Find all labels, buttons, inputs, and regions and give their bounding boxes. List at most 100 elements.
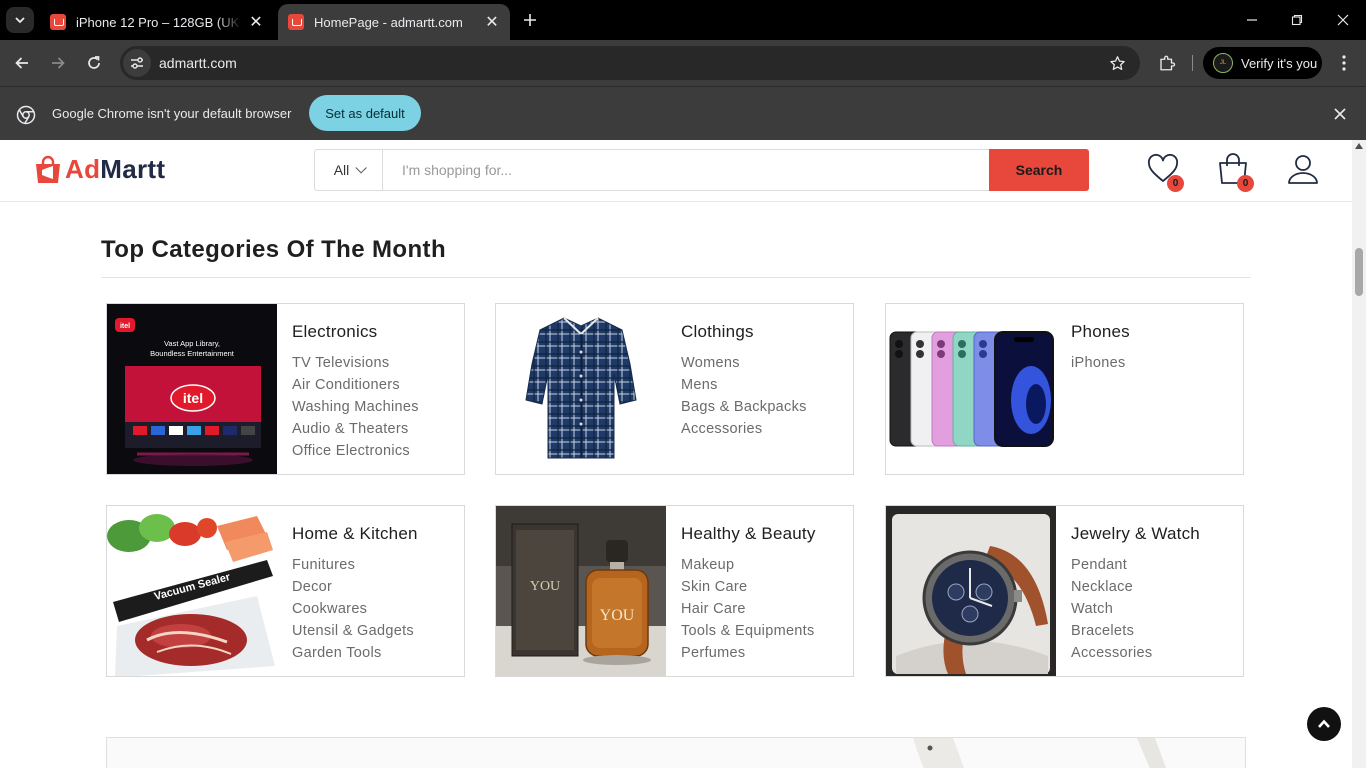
home-kitchen-image[interactable]: Vacuum Sealer [107, 506, 277, 676]
admartt-favicon-icon [288, 14, 304, 30]
site-header: AdMartt All Search 0 0 [0, 140, 1352, 202]
search-input[interactable] [383, 150, 989, 190]
category-link[interactable]: Watch [1071, 598, 1200, 620]
category-card-clothings: Clothings Womens Mens Bags & Backpacks A… [495, 303, 854, 475]
category-card-jewelry-watch: Jewelry & Watch Pendant Necklace Watch B… [885, 505, 1244, 677]
electronics-body: Electronics TV Televisions Air Condition… [292, 322, 419, 462]
category-link[interactable]: Decor [292, 576, 418, 598]
toolbar-divider [1192, 55, 1193, 71]
tv-caption-line-1: Vast App Library, [164, 339, 220, 348]
chrome-menu-button[interactable] [1330, 49, 1358, 77]
profile-button[interactable]: JL Verify it's you [1203, 47, 1322, 79]
back-to-top-button[interactable] [1307, 707, 1341, 741]
jewelry-watch-image[interactable] [886, 506, 1056, 676]
site-info-button[interactable] [123, 49, 151, 77]
category-card-electronics: itel Vast App Library, Boundless Enterta… [106, 303, 465, 475]
category-link[interactable]: Accessories [1071, 642, 1200, 664]
category-link[interactable]: Accessories [681, 418, 807, 440]
category-link[interactable]: TV Televisions [292, 352, 419, 374]
account-button[interactable] [1286, 152, 1320, 186]
close-icon [1334, 108, 1346, 120]
category-select[interactable]: All [315, 150, 383, 190]
category-link[interactable]: Audio & Theaters [292, 418, 419, 440]
chevron-up-icon [1318, 719, 1330, 728]
promo-banner[interactable] [106, 737, 1246, 768]
window-close-button[interactable] [1329, 6, 1357, 34]
tab-search-button[interactable] [6, 7, 34, 33]
back-button[interactable] [8, 49, 36, 77]
extensions-button[interactable] [1153, 49, 1181, 77]
cart-button[interactable]: 0 [1216, 152, 1254, 192]
new-tab-button[interactable] [518, 8, 542, 32]
wishlist-button[interactable]: 0 [1146, 152, 1184, 192]
address-bar[interactable]: admartt.com [120, 46, 1140, 80]
tab-iphone[interactable]: iPhone 12 Pro – 128GB (UK Used ✕ [40, 4, 274, 40]
category-title[interactable]: Clothings [681, 322, 807, 342]
chevron-down-icon [15, 17, 25, 24]
category-link[interactable]: Bags & Backpacks [681, 396, 807, 418]
category-link[interactable]: Washing Machines [292, 396, 419, 418]
section-divider [101, 277, 1251, 278]
logo-text-ad: Ad [65, 154, 101, 184]
category-link[interactable]: Bracelets [1071, 620, 1200, 642]
healthy-beauty-image[interactable]: YOU YOU [496, 506, 666, 676]
category-link[interactable]: Office Electronics [292, 440, 419, 462]
close-icon[interactable]: ✕ [248, 14, 264, 31]
set-default-button[interactable]: Set as default [309, 95, 421, 131]
category-link[interactable]: Pendant [1071, 554, 1200, 576]
category-link[interactable]: Skin Care [681, 576, 816, 598]
reload-icon [88, 56, 100, 69]
wishlist-count-badge: 0 [1167, 175, 1184, 192]
category-link[interactable]: Mens [681, 374, 807, 396]
star-icon [1109, 55, 1125, 70]
restore-button[interactable] [1283, 6, 1311, 34]
category-title[interactable]: Electronics [292, 322, 419, 342]
phones-body: Phones iPhones [1071, 322, 1130, 374]
electronics-image[interactable]: itel Vast App Library, Boundless Enterta… [107, 304, 277, 474]
tab-title: HomePage - admartt.com [314, 14, 463, 30]
watch-product-image [886, 506, 1056, 676]
scroll-thumb[interactable] [1355, 248, 1363, 296]
admartt-logo[interactable]: AdMartt [34, 154, 165, 185]
tv-caption-line-2: Boundless Entertainment [150, 349, 235, 358]
category-title[interactable]: Home & Kitchen [292, 524, 418, 544]
tab-homepage[interactable]: HomePage - admartt.com ✕ [278, 4, 510, 40]
user-icon [1288, 155, 1318, 184]
phones-image[interactable] [886, 304, 1056, 474]
category-link[interactable]: iPhones [1071, 352, 1130, 374]
category-title[interactable]: Phones [1071, 322, 1130, 342]
category-link[interactable]: Tools & Equipments [681, 620, 816, 642]
forward-button[interactable] [44, 49, 72, 77]
category-link[interactable]: Necklace [1071, 576, 1200, 598]
iphones-product-image [886, 304, 1056, 474]
cart-count-badge: 0 [1237, 175, 1254, 192]
category-link[interactable]: Utensil & Gadgets [292, 620, 418, 642]
category-link[interactable]: Cookwares [292, 598, 418, 620]
profile-label: Verify it's you [1241, 55, 1318, 71]
bookmark-button[interactable] [1108, 54, 1126, 72]
tune-icon [131, 57, 143, 69]
tab-strip: iPhone 12 Pro – 128GB (UK Used ✕ HomePag… [0, 0, 1366, 40]
category-link[interactable]: Perfumes [681, 642, 816, 664]
infobar-close-button[interactable] [1330, 104, 1350, 124]
close-icon[interactable]: ✕ [484, 14, 500, 31]
category-link[interactable]: Womens [681, 352, 807, 374]
category-link[interactable]: Garden Tools [292, 642, 418, 664]
reload-button[interactable] [80, 49, 108, 77]
perfume-box-label: YOU [530, 579, 560, 594]
shirt-product-image [496, 304, 666, 474]
browser-toolbar: admartt.com JL Verify it's you [0, 40, 1366, 86]
itel-large-logo-text: itel [183, 390, 203, 406]
category-link[interactable]: Hair Care [681, 598, 816, 620]
category-link[interactable]: Funitures [292, 554, 418, 576]
category-title[interactable]: Healthy & Beauty [681, 524, 816, 544]
category-link[interactable]: Air Conditioners [292, 374, 419, 396]
category-title[interactable]: Jewelry & Watch [1071, 524, 1200, 544]
clothings-image[interactable] [496, 304, 666, 474]
page-scrollbar[interactable] [1352, 140, 1366, 768]
url-text: admartt.com [159, 55, 237, 71]
search-button[interactable]: Search [989, 149, 1089, 191]
minimize-button[interactable] [1238, 6, 1266, 34]
scroll-up-arrow-icon[interactable] [1355, 143, 1363, 149]
category-link[interactable]: Makeup [681, 554, 816, 576]
